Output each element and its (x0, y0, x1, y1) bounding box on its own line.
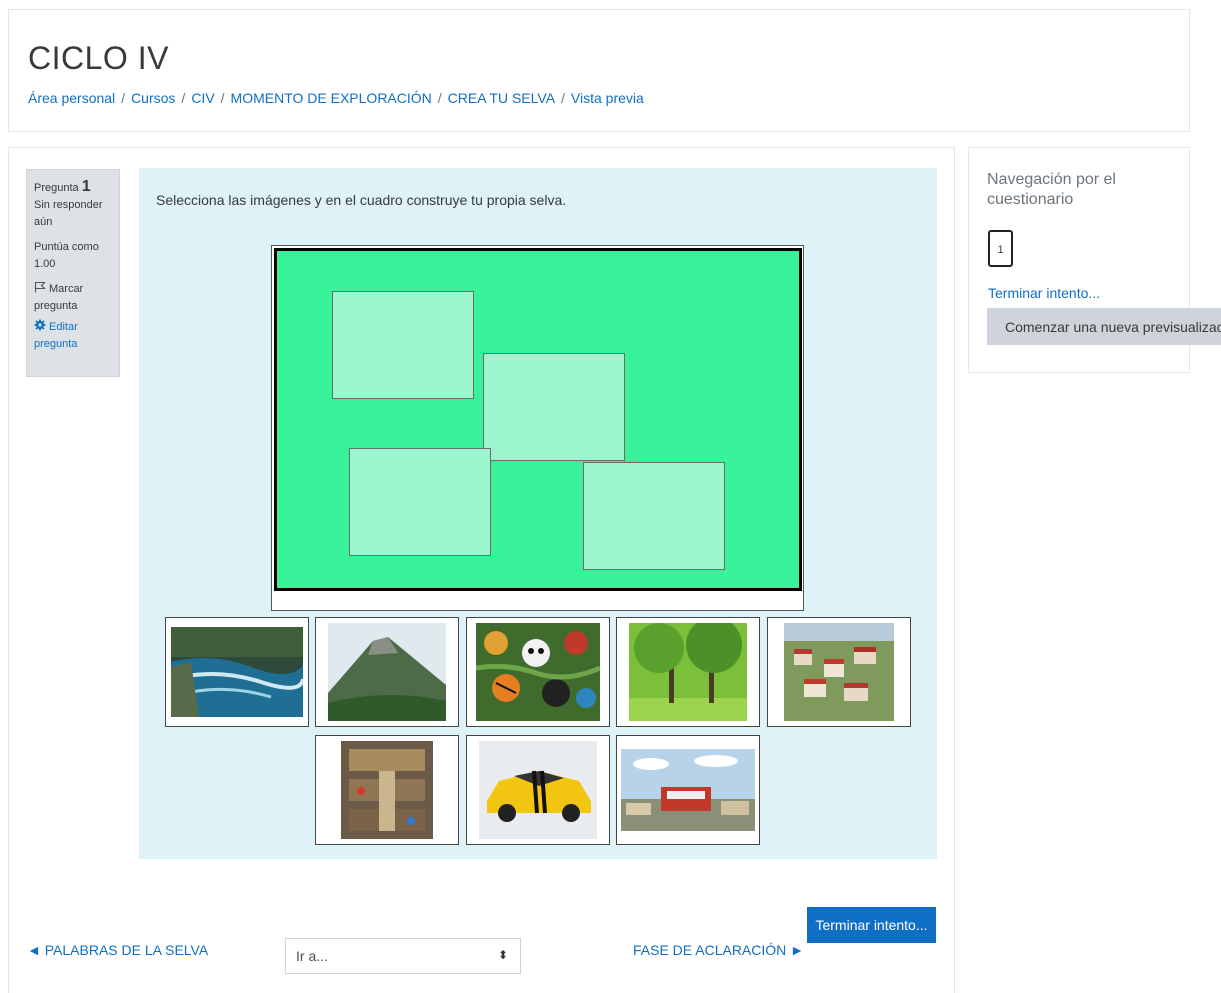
page-header: CICLO IV Área personal / Cursos / CIV / MOMENT… (8, 9, 1190, 132)
breadcrumb-separator: / (437, 90, 442, 106)
breadcrumb-separator: / (121, 90, 126, 106)
drop-canvas-background (274, 248, 802, 591)
breadcrumb-separator: / (220, 90, 225, 106)
quiz-navigation-block: Navegación por el cuestionario 1 Termina… (968, 147, 1221, 373)
drag-image-river[interactable] (165, 617, 309, 727)
edit-question-link[interactable]: Editar pregunta (34, 319, 112, 353)
drop-zone[interactable] (332, 291, 474, 399)
select-arrows-icon: ⬍ (497, 948, 508, 962)
jump-to-placeholder: Ir a... (296, 948, 328, 964)
question-status: Sin responder aún (34, 199, 103, 228)
yellow-car-image (479, 741, 597, 839)
finish-attempt-link[interactable]: Terminar intento... (988, 285, 1100, 301)
finish-attempt-button[interactable]: Terminar intento... (807, 907, 936, 943)
new-preview-button[interactable]: Comenzar una nueva previsualización (987, 308, 1221, 345)
drop-canvas (271, 245, 804, 611)
green-park-image (629, 623, 747, 721)
breadcrumb-item-area-personal[interactable]: Área personal (28, 90, 115, 106)
breadcrumb-item-crea-tu-selva[interactable]: CREA TU SELVA (448, 90, 555, 106)
drag-image-shopping-mall[interactable] (315, 735, 459, 845)
drag-image-hillside-town[interactable] (767, 617, 911, 727)
drag-image-jungle-animals[interactable] (466, 617, 610, 727)
next-activity-link[interactable]: FASE DE ACLARACIÓN ► (633, 942, 804, 958)
hillside-town-image (784, 623, 894, 721)
page-title: CICLO IV (28, 40, 169, 76)
flag-question-toggle[interactable]: Marcar pregunta (34, 281, 112, 315)
breadcrumb-item-cursos[interactable]: Cursos (131, 90, 175, 106)
score-value: 1.00 (34, 258, 56, 270)
question-number: 1 (81, 178, 91, 195)
drop-zone[interactable] (583, 462, 725, 570)
question-info-panel: Pregunta 1 Sin responder aún Puntúa como… (26, 169, 120, 377)
jump-to-select[interactable]: Ir a... ⬍ (285, 938, 521, 974)
quiz-navigation-title: Navegación por el cuestionario (987, 171, 1116, 208)
breadcrumb: Área personal / Cursos / CIV / MOMENTO DE EXPL… (28, 90, 644, 106)
drag-image-yellow-car[interactable] (466, 735, 610, 845)
river-image (171, 627, 303, 717)
city-building-image (621, 749, 755, 831)
drop-zone[interactable] (349, 448, 491, 556)
breadcrumb-item-civ[interactable]: CIV (191, 90, 214, 106)
breadcrumb-separator: / (561, 90, 565, 106)
shopping-mall-image (341, 741, 433, 839)
flag-icon (34, 281, 46, 293)
question-text: Selecciona las imágenes y en el cuadro c… (156, 192, 567, 208)
drop-zone[interactable] (483, 353, 625, 461)
gear-icon (34, 319, 46, 331)
drag-image-green-park[interactable] (616, 617, 760, 727)
previous-activity-link[interactable]: ◄ PALABRAS DE LA SELVA (27, 942, 208, 958)
question-nav-button-1[interactable]: 1 (988, 230, 1013, 267)
volcano-image (328, 623, 446, 721)
breadcrumb-separator: / (181, 90, 186, 106)
drag-image-volcano[interactable] (315, 617, 459, 727)
drag-image-city-building[interactable] (616, 735, 760, 845)
breadcrumb-item-momento[interactable]: MOMENTO DE EXPLORACIÓN (231, 90, 432, 106)
jungle-animals-image (476, 623, 600, 721)
breadcrumb-item-vista-previa[interactable]: Vista previa (571, 90, 644, 106)
question-content: Selecciona las imágenes y en el cuadro c… (139, 168, 937, 859)
question-label: Pregunta (34, 182, 79, 194)
score-label: Puntúa como (34, 241, 99, 253)
